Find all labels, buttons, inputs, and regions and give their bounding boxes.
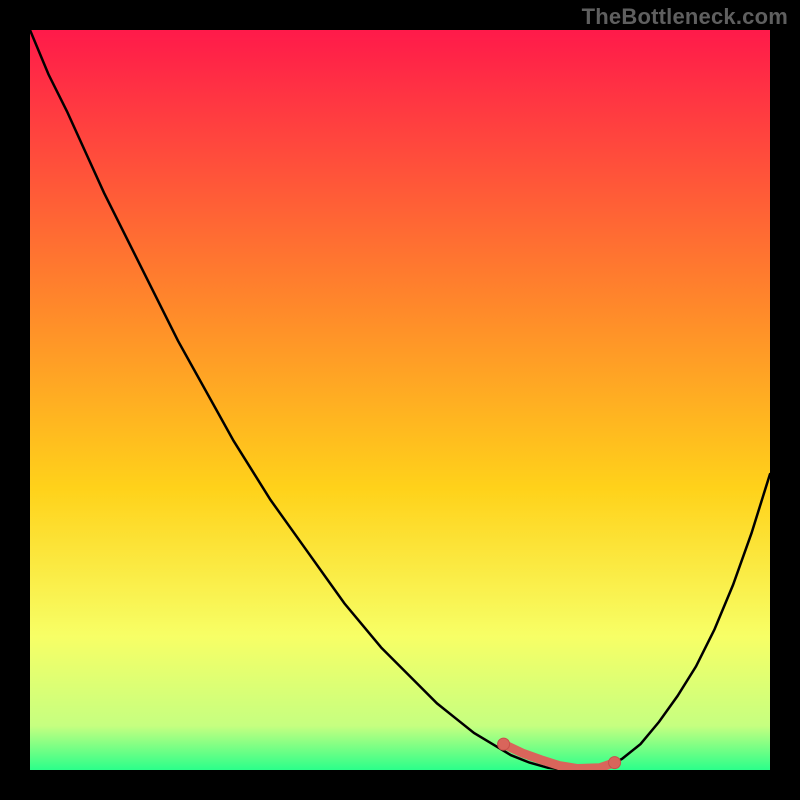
bottleneck-chart-frame: { "watermark": "TheBottleneck.com", "col…: [0, 0, 800, 800]
optimal-marker-dot: [498, 738, 510, 750]
watermark-text: TheBottleneck.com: [582, 4, 788, 30]
gradient-background: [30, 30, 770, 770]
bottleneck-curve-chart: [0, 0, 800, 800]
optimal-marker-dot: [609, 757, 621, 769]
